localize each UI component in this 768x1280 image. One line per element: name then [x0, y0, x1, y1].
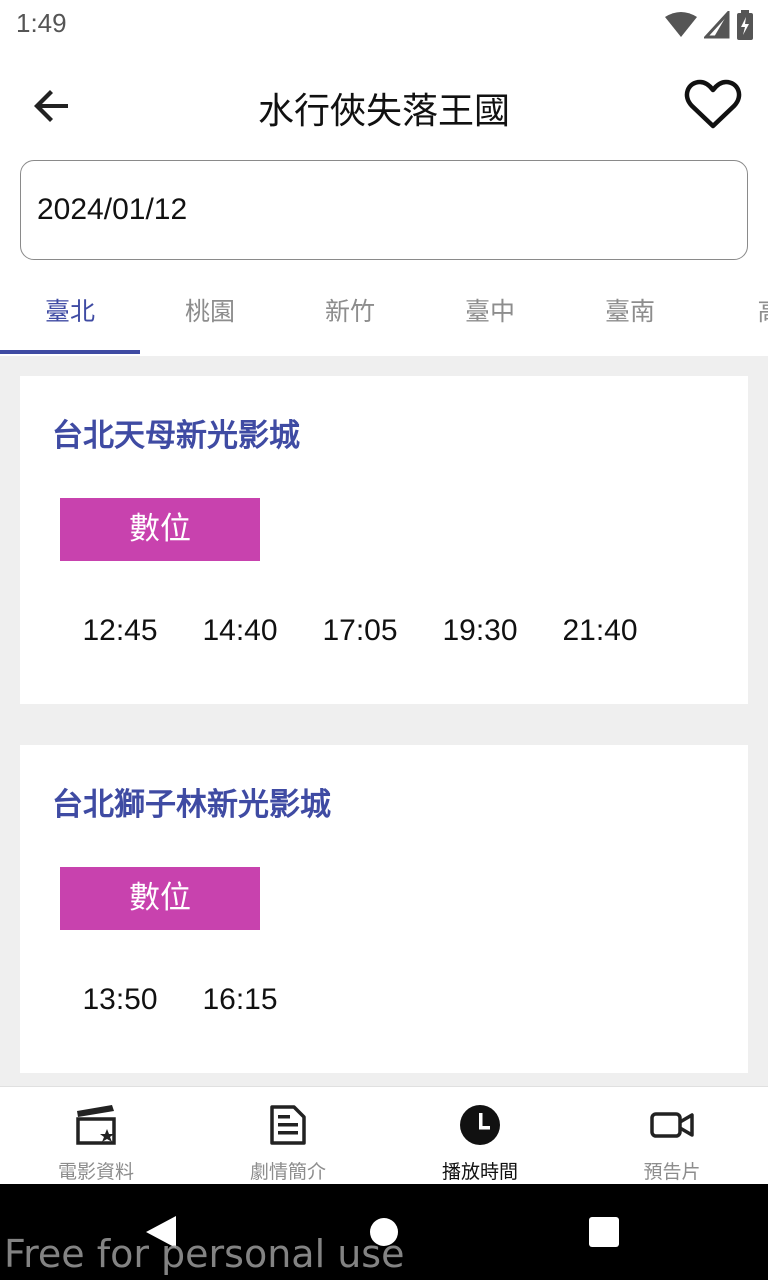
favorite-button[interactable] — [684, 78, 742, 132]
cinema-name: 台北獅子林新光影城 — [52, 787, 331, 823]
nav-trailer[interactable]: 預告片 — [576, 1087, 768, 1185]
heart-icon — [684, 79, 742, 129]
status-bar: 1:49 — [0, 0, 768, 50]
cinema-card: 台北獅子林新光影城 數位 13:50 16:15 — [20, 745, 748, 1073]
cinema-name: 台北天母新光影城 — [52, 418, 300, 454]
nav-showtimes[interactable]: 播放時間 — [384, 1087, 576, 1185]
nav-label: 播放時間 — [441, 1161, 518, 1183]
bottom-nav: 電影資料 劇情簡介 播放時間 預告片 — [0, 1086, 768, 1184]
cinema-card: 台北天母新光影城 數位 12:45 14:40 17:05 19:30 21:4… — [20, 376, 748, 704]
signal-icon — [704, 11, 730, 39]
nav-label: 預告片 — [643, 1161, 701, 1183]
showtime-list: 13:50 16:15 — [60, 983, 300, 1017]
video-camera-icon — [650, 1112, 694, 1138]
showtime[interactable]: 14:40 — [180, 614, 300, 648]
date-value: 2024/01/12 — [37, 193, 188, 226]
tab-taipei[interactable]: 臺北 — [0, 292, 140, 328]
tab-taichung[interactable]: 臺中 — [420, 292, 560, 328]
format-badge: 數位 — [60, 498, 260, 561]
date-field[interactable]: 2024/01/12 — [20, 160, 748, 260]
clock-icon — [460, 1105, 500, 1145]
tab-taoyuan[interactable]: 桃園 — [140, 292, 280, 328]
nav-movie-info[interactable]: 電影資料 — [0, 1087, 192, 1185]
showtime[interactable]: 16:15 — [180, 983, 300, 1017]
system-recents-icon[interactable] — [589, 1217, 619, 1247]
watermark: Free for personal use — [4, 1232, 405, 1276]
nav-synopsis[interactable]: 劇情簡介 — [192, 1087, 384, 1185]
showtime[interactable]: 13:50 — [60, 983, 180, 1017]
region-tabs: 臺北 桃園 新竹 臺中 臺南 高 — [0, 270, 768, 356]
tab-tainan[interactable]: 臺南 — [560, 292, 700, 328]
showtimes-list: 台北天母新光影城 數位 12:45 14:40 17:05 19:30 21:4… — [0, 356, 768, 1086]
format-badge: 數位 — [60, 867, 260, 930]
showtime[interactable]: 17:05 — [300, 614, 420, 648]
clapperboard-icon — [76, 1105, 116, 1145]
tab-hsinchu[interactable]: 新竹 — [280, 292, 420, 328]
showtime[interactable]: 19:30 — [420, 614, 540, 648]
showtime-list: 12:45 14:40 17:05 19:30 21:40 — [60, 614, 660, 648]
wifi-icon — [665, 12, 697, 37]
battery-icon — [737, 10, 753, 40]
nav-label: 電影資料 — [57, 1161, 134, 1183]
showtime[interactable]: 21:40 — [540, 614, 660, 648]
app-bar: 水行俠失落王國 — [0, 60, 768, 150]
tab-indicator — [0, 350, 140, 354]
status-icons — [664, 10, 754, 40]
nav-label: 劇情簡介 — [249, 1161, 326, 1183]
tab-kaohsiung[interactable]: 高 — [700, 292, 768, 328]
status-time: 1:49 — [16, 8, 67, 38]
page-title: 水行俠失落王國 — [257, 91, 510, 132]
document-icon — [270, 1105, 306, 1145]
showtime[interactable]: 12:45 — [60, 614, 180, 648]
